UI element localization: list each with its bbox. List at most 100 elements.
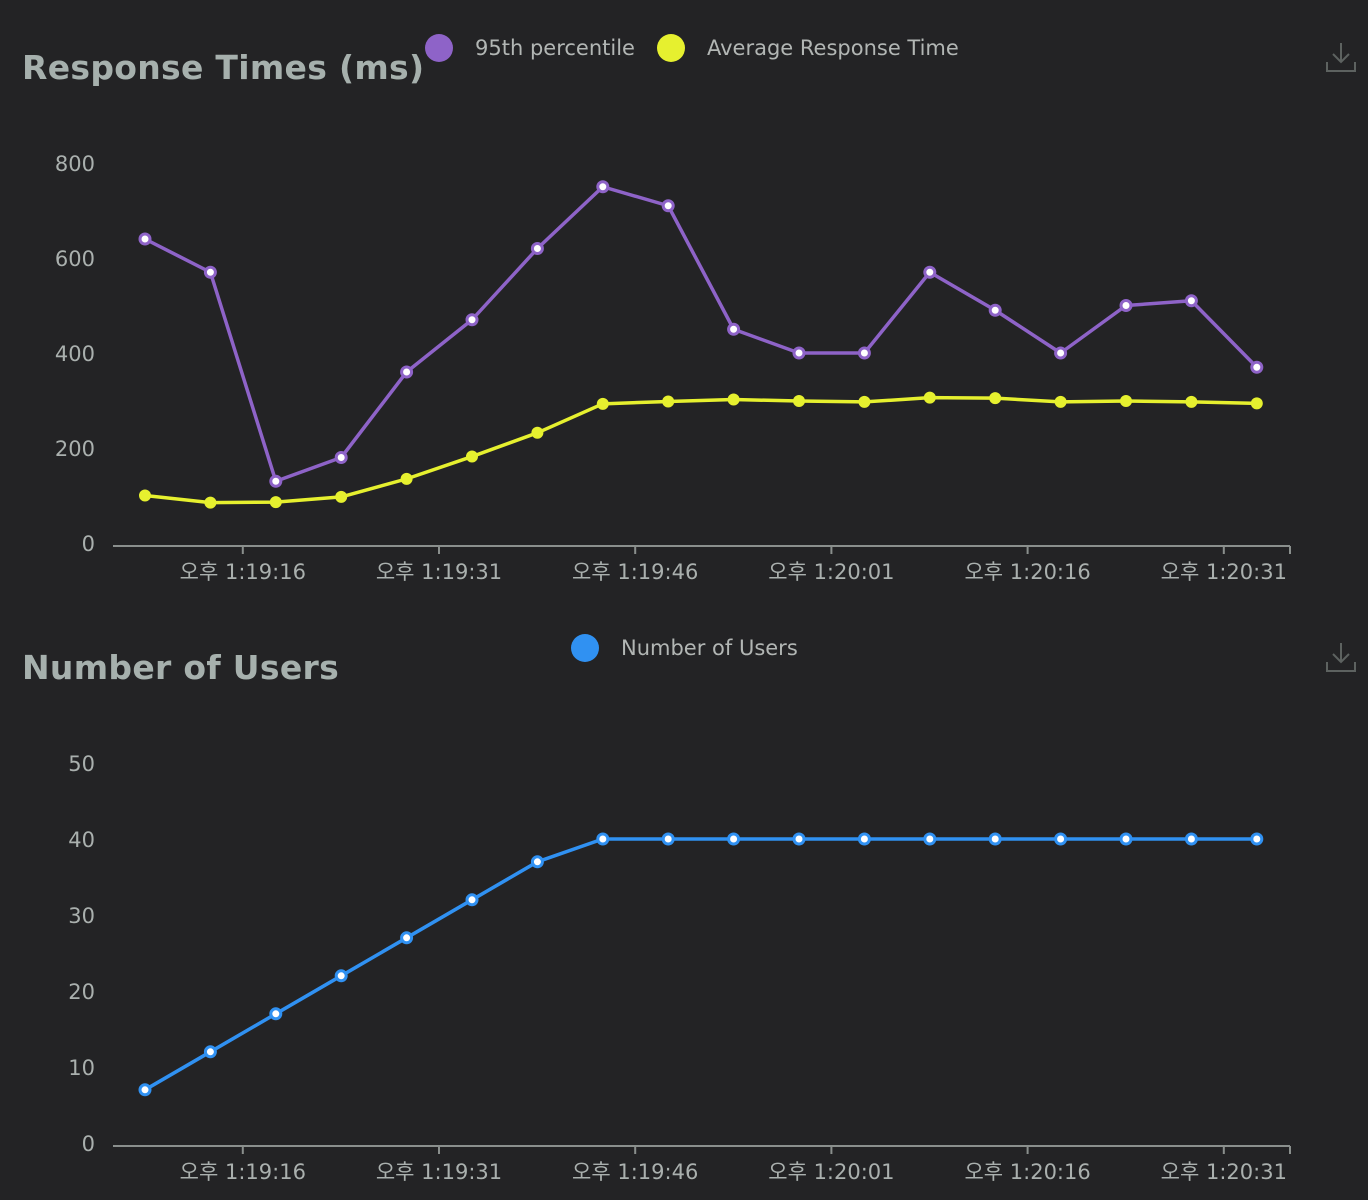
data-point-number-of-users xyxy=(465,893,479,907)
y-tick-label: 50 xyxy=(68,752,95,776)
data-point-number-of-users xyxy=(269,1007,283,1021)
data-point-average-response-time xyxy=(793,394,805,407)
response-times-chart: 0 200 400 600 800 오후 1:19:16 오후 1:19:31 오후 1:19… xyxy=(0,0,1368,600)
download-icon-glyph xyxy=(1326,643,1356,672)
x-tick-label: 오후 1:20:31 xyxy=(1161,560,1287,584)
data-point-number-of-users xyxy=(1119,832,1133,846)
data-point-95th-percentile xyxy=(334,451,348,464)
data-point-average-response-time xyxy=(923,391,936,404)
data-point-number-of-users xyxy=(792,832,806,846)
data-point-95th-percentile xyxy=(269,474,283,488)
y-tick-label: 30 xyxy=(68,904,95,928)
data-point-number-of-users xyxy=(923,832,937,846)
data-point-average-response-time xyxy=(989,392,1002,405)
data-point-average-response-time xyxy=(596,397,609,410)
download-icon-glyph xyxy=(1326,43,1356,72)
data-point-number-of-users xyxy=(1250,832,1264,846)
data-point-average-response-time xyxy=(727,393,740,406)
x-tick-label: 오후 1:20:16 xyxy=(964,1160,1090,1184)
y-tick-label: 10 xyxy=(68,1056,95,1080)
series-line-95th-percentile xyxy=(144,185,1259,483)
legend-label-average-response-time: Average Response Time xyxy=(706,36,959,60)
data-point-average-response-time xyxy=(1120,394,1132,407)
y-tick-label: 800 xyxy=(55,152,95,176)
y-tick-label: 20 xyxy=(68,980,95,1004)
data-point-number-of-users xyxy=(988,832,1002,846)
data-point-95th-percentile xyxy=(465,313,479,327)
data-point-average-response-time xyxy=(1250,397,1263,410)
legend-swatch-number-of-users xyxy=(571,634,599,662)
y-tick-label: 400 xyxy=(55,342,95,366)
x-tick-label: 오후 1:19:16 xyxy=(180,1160,306,1184)
legend-item-average-response-time[interactable]: Average Response Time xyxy=(656,34,959,62)
data-point-95th-percentile xyxy=(1119,299,1133,312)
data-point-number-of-users xyxy=(857,832,871,846)
data-point-number-of-users xyxy=(203,1045,217,1059)
data-point-number-of-users xyxy=(400,931,414,945)
data-point-number-of-users xyxy=(530,855,544,869)
x-tick-label: 오후 1:19:46 xyxy=(572,560,698,584)
data-point-average-response-time xyxy=(1185,395,1198,408)
data-point-number-of-users xyxy=(334,969,348,983)
data-point-95th-percentile xyxy=(138,232,152,246)
x-tick-label: 오후 1:19:46 xyxy=(572,1160,698,1184)
users-chart: 0 10 20 30 40 50 오후 1:19:16 오후 1:19:31 오후 1:19:4… xyxy=(0,600,1368,1200)
x-tick-label: 오후 1:20:01 xyxy=(768,1160,894,1184)
data-point-95th-percentile xyxy=(661,199,675,213)
data-point-95th-percentile xyxy=(1184,294,1198,308)
data-point-average-response-time xyxy=(204,496,217,509)
y-tick-label: 40 xyxy=(68,828,95,852)
data-point-number-of-users xyxy=(1054,832,1068,846)
x-tick-label: 오후 1:19:31 xyxy=(376,1160,502,1184)
data-point-average-response-time xyxy=(400,472,413,485)
data-point-average-response-time xyxy=(139,489,151,502)
data-point-95th-percentile xyxy=(530,242,544,255)
data-point-average-response-time xyxy=(662,395,675,408)
x-tick-label: 오후 1:20:31 xyxy=(1161,1160,1287,1184)
data-point-number-of-users xyxy=(661,832,675,846)
x-tick-label: 오후 1:19:16 xyxy=(180,560,306,584)
users-plot: 0 10 20 30 40 50 오후 1:19:16 오후 1:19:31 오후 1:19:4… xyxy=(68,752,1291,1184)
download-icon[interactable] xyxy=(1324,40,1358,74)
data-point-95th-percentile xyxy=(923,265,937,279)
data-point-95th-percentile xyxy=(727,322,741,336)
legend-item-number-of-users[interactable]: Number of Users xyxy=(571,634,798,662)
y-tick-label: 0 xyxy=(82,1132,95,1156)
x-tick-label: 오후 1:20:16 xyxy=(964,560,1090,584)
response-times-legend: 95th percentile Average Response Time xyxy=(425,34,981,62)
data-point-95th-percentile xyxy=(1054,346,1068,360)
users-title: Number of Users xyxy=(22,648,340,687)
data-point-95th-percentile xyxy=(400,365,414,379)
data-point-95th-percentile xyxy=(1250,360,1264,374)
data-point-number-of-users xyxy=(596,832,610,846)
data-point-95th-percentile xyxy=(988,303,1002,317)
data-point-number-of-users xyxy=(138,1083,152,1097)
y-tick-label: 0 xyxy=(82,532,95,556)
data-point-95th-percentile xyxy=(792,346,806,360)
x-tick-label: 오후 1:20:01 xyxy=(768,560,894,584)
series-line-number-of-users xyxy=(144,837,1257,1092)
legend-swatch-average-response-time xyxy=(656,34,685,62)
download-icon[interactable] xyxy=(1324,640,1358,674)
y-tick-label: 600 xyxy=(55,247,95,271)
legend-label-95th-percentile: 95th percentile xyxy=(475,36,635,60)
response-times-plot: 0 200 400 600 800 오후 1:19:16 오후 1:19:31 오후 1:19… xyxy=(55,152,1291,584)
data-point-95th-percentile xyxy=(857,346,871,360)
data-point-number-of-users xyxy=(727,832,741,846)
data-point-average-response-time xyxy=(466,450,478,463)
legend-item-95th-percentile[interactable]: 95th percentile xyxy=(425,34,635,62)
legend-label-number-of-users: Number of Users xyxy=(621,636,798,660)
data-point-number-of-users xyxy=(1184,832,1198,846)
data-point-95th-percentile xyxy=(596,180,610,194)
users-legend: Number of Users xyxy=(571,634,820,662)
data-point-average-response-time xyxy=(269,496,282,509)
data-point-95th-percentile xyxy=(203,265,217,279)
data-point-average-response-time xyxy=(335,490,348,503)
data-point-average-response-time xyxy=(531,426,544,439)
y-tick-label: 200 xyxy=(55,437,95,461)
response-times-title: Response Times (ms) xyxy=(22,48,425,87)
x-tick-label: 오후 1:19:31 xyxy=(376,560,502,584)
data-point-average-response-time xyxy=(1054,395,1067,408)
series-line-average-response-time xyxy=(144,395,1257,505)
data-point-average-response-time xyxy=(858,395,871,408)
